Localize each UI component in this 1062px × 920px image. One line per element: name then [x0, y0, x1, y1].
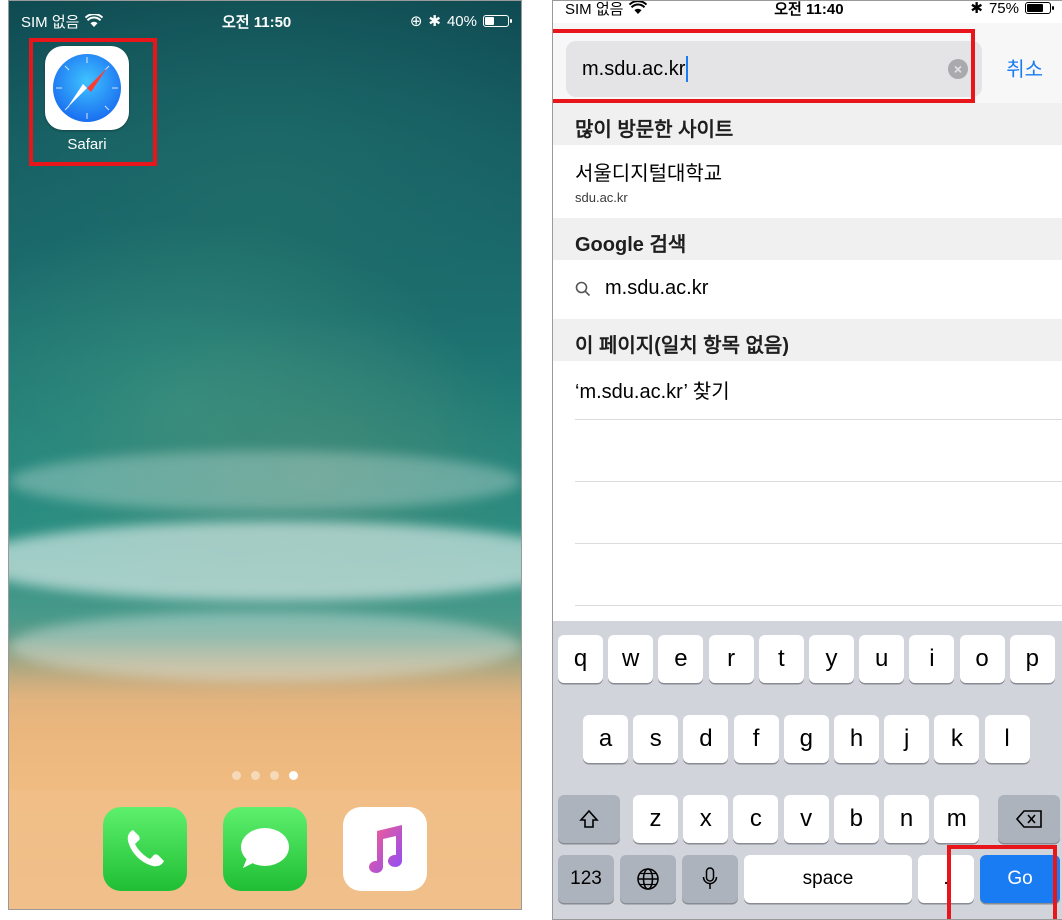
key-a[interactable]: a — [583, 715, 628, 763]
status-bar: SIM 없음 오전 11:50 ⊕ ✱ 40% — [9, 1, 521, 41]
status-bar: SIM 없음 오전 11:40 ✱ 75% — [553, 0, 1062, 23]
key-l[interactable]: l — [984, 715, 1030, 763]
page-dot-active — [289, 771, 298, 780]
key-b[interactable]: b — [833, 795, 879, 843]
highlight-box — [553, 29, 975, 103]
wifi-icon — [85, 14, 104, 27]
key-i[interactable]: i — [909, 635, 955, 683]
key-q[interactable]: q — [558, 635, 603, 683]
wifi-icon — [629, 1, 648, 14]
page-dot — [251, 771, 260, 780]
globe-key[interactable] — [620, 855, 676, 903]
key-n[interactable]: n — [884, 795, 929, 843]
carrier-label: SIM 없음 — [21, 13, 80, 31]
key-v[interactable]: v — [783, 795, 829, 843]
divider — [575, 481, 1062, 482]
phone-icon[interactable] — [103, 807, 187, 891]
key-t[interactable]: t — [758, 635, 804, 683]
google-search-suggestion[interactable]: m.sdu.ac.kr — [575, 277, 708, 300]
section-header-frequent: 많이 방문한 사이트 — [553, 103, 1062, 145]
rotation-lock-icon: ⊕ — [409, 13, 423, 30]
numbers-key[interactable]: 123 — [558, 855, 614, 903]
safari-screen: SIM 없음 오전 11:40 ✱ 75% m.sdu.ac.kr × 취소 많… — [552, 0, 1062, 920]
wave-foam — [9, 611, 521, 681]
frequent-site-title: 서울디지털대학교 — [575, 163, 723, 185]
dock — [9, 789, 521, 909]
divider — [575, 419, 1062, 420]
globe-icon — [637, 868, 659, 890]
battery-icon — [483, 15, 512, 27]
battery-icon — [1024, 2, 1054, 14]
key-s[interactable]: s — [633, 715, 679, 763]
divider — [575, 543, 1062, 544]
key-d[interactable]: d — [683, 715, 729, 763]
wave-foam — [9, 521, 521, 601]
key-o[interactable]: o — [959, 635, 1005, 683]
key-k[interactable]: k — [934, 715, 980, 763]
search-icon — [575, 281, 591, 296]
key-m[interactable]: m — [934, 795, 980, 843]
backspace-key[interactable] — [998, 795, 1060, 843]
page-dot — [232, 771, 241, 780]
key-u[interactable]: u — [859, 635, 905, 683]
page-indicator[interactable] — [9, 771, 521, 780]
key-j[interactable]: j — [884, 715, 930, 763]
space-key[interactable]: space — [744, 855, 912, 903]
battery-percent: 40% — [446, 12, 477, 30]
dictation-key[interactable] — [682, 855, 738, 903]
battery-percent: 75% — [988, 0, 1019, 17]
highlight-box — [947, 845, 1057, 919]
section-header-page: 이 페이지(일치 항목 없음) — [553, 319, 1062, 361]
key-r[interactable]: r — [708, 635, 754, 683]
wave-foam — [9, 451, 521, 511]
backspace-icon — [1015, 810, 1042, 828]
status-time: 오전 11:50 — [221, 13, 292, 31]
key-z[interactable]: z — [633, 795, 678, 843]
find-on-page-item[interactable]: ‘m.sdu.ac.kr’ 찾기 — [575, 375, 730, 404]
key-c[interactable]: c — [733, 795, 779, 843]
key-h[interactable]: h — [834, 715, 879, 763]
key-g[interactable]: g — [783, 715, 829, 763]
cancel-button[interactable]: 취소 — [1006, 53, 1043, 82]
shift-key[interactable] — [558, 795, 620, 843]
carrier-label: SIM 없음 — [565, 0, 624, 18]
bluetooth-icon: ✱ — [428, 13, 441, 30]
highlight-box — [29, 38, 157, 166]
google-query-text: m.sdu.ac.kr — [605, 277, 709, 299]
shift-icon — [579, 809, 599, 828]
messages-icon[interactable] — [223, 807, 307, 891]
bluetooth-icon: ✱ — [970, 0, 983, 17]
key-x[interactable]: x — [683, 795, 729, 843]
key-f[interactable]: f — [733, 715, 779, 763]
divider — [575, 605, 1062, 606]
key-y[interactable]: y — [809, 635, 854, 683]
section-header-google: Google 검색 — [553, 218, 1062, 260]
frequent-site-url: sdu.ac.kr — [575, 190, 628, 205]
status-time: 오전 11:40 — [774, 0, 844, 18]
key-w[interactable]: w — [608, 635, 654, 683]
home-screen: SIM 없음 오전 11:50 ⊕ ✱ 40% Safari — [8, 0, 522, 910]
key-p[interactable]: p — [1009, 635, 1055, 683]
page-dot — [270, 771, 279, 780]
key-e[interactable]: e — [658, 635, 704, 683]
microphone-icon — [702, 867, 718, 889]
music-icon[interactable] — [343, 807, 427, 891]
